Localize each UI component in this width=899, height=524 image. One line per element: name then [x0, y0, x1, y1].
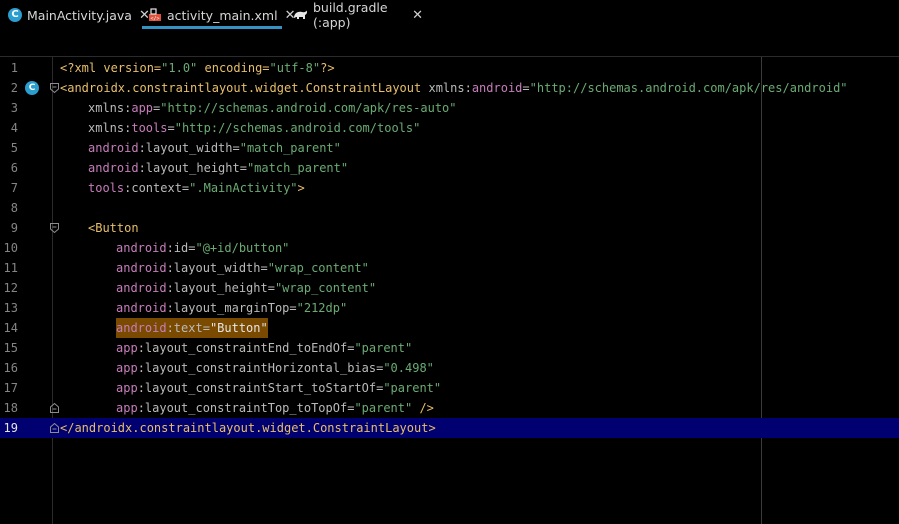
code-text: app:layout_constraintHorizontal_bias="0.… — [116, 361, 434, 375]
line-number: 12 — [3, 281, 18, 295]
code-line-18[interactable]: 18 app:layout_constraintTop_toTopOf="par… — [0, 398, 899, 418]
line-number: 1 — [10, 61, 18, 75]
code-line-1[interactable]: 1 <?xml version="1.0" encoding="utf-8"?> — [0, 58, 899, 78]
line-number: 4 — [10, 121, 18, 135]
line-number: 13 — [3, 301, 18, 315]
code-text: android:layout_width="wrap_content" — [116, 261, 369, 275]
code-line-4[interactable]: 4 xmlns:tools="http://schemas.android.co… — [0, 118, 899, 138]
line-number: 10 — [3, 241, 18, 255]
code-line-12[interactable]: 12 android:layout_height="wrap_content" — [0, 278, 899, 298]
java-class-icon: C — [8, 8, 22, 22]
code-line-3[interactable]: 3 xmlns:app="http://schemas.android.com/… — [0, 98, 899, 118]
code-line-14[interactable]: 14 android:text="Button" — [0, 318, 899, 338]
fold-open-icon[interactable] — [50, 223, 59, 233]
line-number: 7 — [10, 181, 18, 195]
code-line-19-current[interactable]: 19 </androidx.constraintlayout.widget.Co… — [0, 418, 899, 438]
code-editor[interactable]: 1 <?xml version="1.0" encoding="utf-8"?>… — [0, 57, 899, 524]
code-text-highlighted: android:text="Button" — [116, 318, 268, 338]
line-number: 15 — [3, 341, 18, 355]
code-text: android:layout_height="match_parent" — [88, 161, 349, 175]
line-number: 18 — [3, 401, 18, 415]
code-text: <androidx.constraintlayout.widget.Constr… — [60, 81, 848, 95]
code-line-11[interactable]: 11 android:layout_width="wrap_content" — [0, 258, 899, 278]
fold-close-icon[interactable] — [50, 403, 59, 413]
fold-open-icon[interactable] — [50, 83, 59, 93]
ide-window: C MainActivity.java ✕ </> activity_main.… — [0, 0, 899, 524]
tab-mainactivity-java[interactable]: C MainActivity.java ✕ — [0, 0, 150, 30]
code-line-2[interactable]: 2 C <androidx.constraintlayout.widget.Co… — [0, 78, 899, 98]
code-text: android:layout_height="wrap_content" — [116, 281, 377, 295]
code-line-5[interactable]: 5 android:layout_width="match_parent" — [0, 138, 899, 158]
line-number: 5 — [10, 141, 18, 155]
code-text: app:layout_constraintTop_toTopOf="parent… — [116, 401, 434, 415]
editor-toolbar — [0, 30, 899, 57]
code-line-7[interactable]: 7 tools:context=".MainActivity"> — [0, 178, 899, 198]
editor-tab-bar: C MainActivity.java ✕ </> activity_main.… — [0, 0, 899, 30]
code-text: android:layout_marginTop="212dp" — [116, 301, 348, 315]
line-number: 6 — [10, 161, 18, 175]
line-number: 11 — [3, 261, 18, 275]
code-text: xmlns:app="http://schemas.android.com/ap… — [88, 101, 457, 115]
gradle-icon — [292, 8, 308, 22]
code-text: app:layout_constraintStart_toStartOf="pa… — [116, 381, 442, 395]
code-line-8[interactable]: 8 — [0, 198, 899, 218]
code-text: app:layout_constraintEnd_toEndOf="parent… — [116, 341, 413, 355]
close-icon[interactable]: ✕ — [412, 8, 423, 23]
code-text: </androidx.constraintlayout.widget.Const… — [60, 421, 436, 435]
code-line-6[interactable]: 6 android:layout_height="match_parent" — [0, 158, 899, 178]
line-number: 19 — [3, 421, 18, 435]
code-line-15[interactable]: 15 app:layout_constraintEnd_toEndOf="par… — [0, 338, 899, 358]
code-line-13[interactable]: 13 android:layout_marginTop="212dp" — [0, 298, 899, 318]
activity-class-gutter-icon[interactable]: C — [25, 81, 39, 95]
line-number: 2 — [10, 81, 18, 95]
code-text: <?xml version="1.0" encoding="utf-8"?> — [60, 61, 335, 75]
code-text: android:id="@+id/button" — [116, 241, 290, 255]
code-line-16[interactable]: 16 app:layout_constraintHorizontal_bias=… — [0, 358, 899, 378]
line-number: 3 — [10, 101, 18, 115]
line-number: 8 — [10, 201, 18, 215]
tab-label: build.gradle (:app) — [313, 0, 388, 30]
tab-label: MainActivity.java — [27, 7, 132, 23]
code-line-10[interactable]: 10 android:id="@+id/button" — [0, 238, 899, 258]
line-number: 16 — [3, 361, 18, 375]
code-text: android:layout_width="match_parent" — [88, 141, 341, 155]
code-text: xmlns:tools="http://schemas.android.com/… — [88, 121, 421, 135]
line-number: 14 — [3, 321, 18, 335]
code-line-9[interactable]: 9 <Button — [0, 218, 899, 238]
line-number: 17 — [3, 381, 18, 395]
line-number: 9 — [10, 221, 18, 235]
fold-close-icon[interactable] — [50, 423, 59, 433]
tab-build-gradle[interactable]: build.gradle (:app) ✕ — [284, 0, 429, 30]
code-line-17[interactable]: 17 app:layout_constraintStart_toStartOf=… — [0, 378, 899, 398]
code-text: <Button — [88, 221, 139, 235]
xml-layout-icon: </> — [148, 8, 162, 22]
svg-text:</>: </> — [150, 16, 159, 22]
tab-label: activity_main.xml — [167, 7, 278, 23]
code-text: tools:context=".MainActivity"> — [88, 181, 305, 195]
tab-activity-main-xml[interactable]: </> activity_main.xml ✕ — [140, 0, 295, 30]
